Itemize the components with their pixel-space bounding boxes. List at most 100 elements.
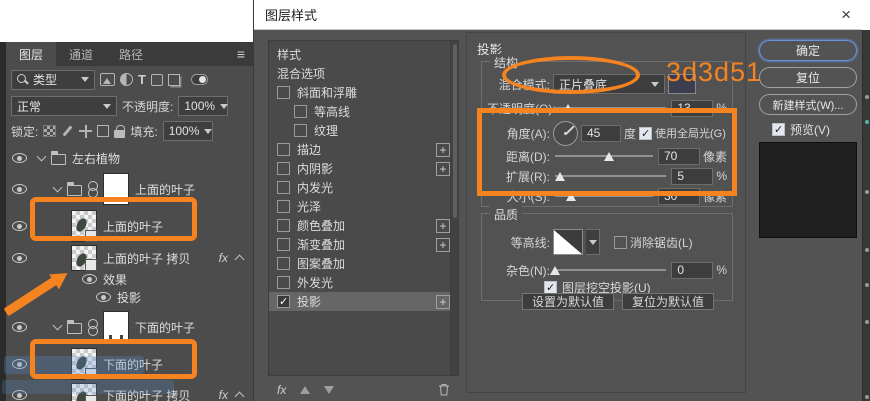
visibility-toggle[interactable] xyxy=(6,184,32,194)
style-item-satin[interactable]: 光泽 xyxy=(269,197,458,216)
checkbox[interactable] xyxy=(277,276,290,289)
add-instance-icon[interactable] xyxy=(436,219,450,233)
style-item-inner-glow[interactable]: 内发光 xyxy=(269,178,458,197)
size-input[interactable] xyxy=(658,188,700,205)
lock-transparency-icon[interactable] xyxy=(43,125,56,137)
noise-slider[interactable] xyxy=(553,263,668,277)
close-icon[interactable]: × xyxy=(841,6,851,23)
lock-artboard-icon[interactable] xyxy=(97,125,109,137)
contour-dropdown[interactable] xyxy=(586,229,600,255)
global-light-checkbox[interactable] xyxy=(639,127,652,140)
checkbox[interactable] xyxy=(277,200,290,213)
slider-thumb[interactable] xyxy=(566,192,576,201)
chevron-up-icon[interactable] xyxy=(235,255,245,265)
checkbox[interactable] xyxy=(277,162,290,175)
drop-shadow-effect-row[interactable]: 投影 xyxy=(6,288,253,306)
add-instance-icon[interactable] xyxy=(436,238,450,252)
eye-icon[interactable] xyxy=(82,274,97,284)
add-instance-icon[interactable] xyxy=(436,143,450,157)
angle-dial[interactable] xyxy=(553,121,578,146)
make-default-button[interactable]: 设置为默认值 xyxy=(522,293,614,310)
ok-button[interactable]: 确定 xyxy=(759,40,857,61)
lock-all-icon[interactable] xyxy=(114,125,125,138)
effects-row[interactable]: 效果 xyxy=(6,270,253,288)
layer-thumbnail[interactable] xyxy=(71,245,97,271)
move-down-icon[interactable] xyxy=(324,386,334,394)
effects-label[interactable]: 效果 xyxy=(103,271,127,288)
checkbox[interactable] xyxy=(277,219,290,232)
effect-label[interactable]: 投影 xyxy=(117,289,141,306)
mask-thumbnail[interactable] xyxy=(103,311,129,343)
filter-kind-dropdown[interactable]: 类型 xyxy=(11,70,95,90)
size-slider[interactable] xyxy=(553,189,655,203)
layer-name[interactable]: 左右植物 xyxy=(72,150,120,167)
antialias-checkbox[interactable] xyxy=(614,236,627,249)
layer-name[interactable]: 上面的叶子 拷贝 xyxy=(103,250,190,267)
add-instance-icon[interactable] xyxy=(436,295,450,309)
filter-type-layers-icon[interactable]: T xyxy=(138,73,146,86)
layer-thumbnail[interactable] xyxy=(71,383,97,401)
layer-name[interactable]: 下面的叶子 xyxy=(103,356,163,373)
layer-row-top-leaves[interactable]: 上面的叶子 xyxy=(6,208,253,244)
dialog-titlebar[interactable]: 图层样式 × xyxy=(254,0,862,30)
style-item-blending-options[interactable]: 混合选项 xyxy=(269,64,458,83)
checkbox[interactable] xyxy=(277,143,290,156)
distance-input[interactable] xyxy=(658,148,700,165)
style-item-bevel-emboss[interactable]: 斜面和浮雕 xyxy=(269,83,458,102)
filter-toggle-switch[interactable] xyxy=(191,74,208,85)
checkbox[interactable] xyxy=(294,105,307,118)
style-item-contour[interactable]: 等高线 xyxy=(269,102,458,121)
filter-pixel-layers-icon[interactable] xyxy=(100,73,115,86)
distance-slider[interactable] xyxy=(553,149,655,163)
style-item-outer-glow[interactable]: 外发光 xyxy=(269,273,458,292)
style-item-gradient-overlay[interactable]: 渐变叠加 xyxy=(269,235,458,254)
fill-dropdown[interactable]: 100% xyxy=(163,121,213,141)
visibility-toggle[interactable] xyxy=(6,221,32,231)
shadow-blend-mode-dropdown[interactable]: 正片叠底 xyxy=(553,74,665,94)
lock-pixels-icon[interactable] xyxy=(61,125,74,138)
new-style-button[interactable]: 新建样式(W)... xyxy=(759,94,857,115)
slider-thumb[interactable] xyxy=(550,266,560,275)
layer-name[interactable]: 下面的叶子 xyxy=(135,319,195,336)
style-item-pattern-overlay[interactable]: 图案叠加 xyxy=(269,254,458,273)
tab-paths[interactable]: 路径 xyxy=(106,42,156,66)
checkbox[interactable] xyxy=(277,238,290,251)
layer-thumbnail[interactable] xyxy=(71,348,97,380)
layer-row-group-plants[interactable]: 左右植物 xyxy=(6,146,253,170)
visibility-toggle[interactable] xyxy=(6,322,32,332)
contour-picker[interactable] xyxy=(553,229,583,255)
checkbox[interactable] xyxy=(277,257,290,270)
shadow-color-swatch[interactable] xyxy=(668,74,696,94)
checkbox[interactable] xyxy=(277,86,290,99)
filter-smart-objects-icon[interactable] xyxy=(168,74,180,86)
layer-row-group-bottom-leaves[interactable]: 下面的叶子 xyxy=(6,308,253,346)
opacity-slider[interactable] xyxy=(553,101,668,115)
scrollbar[interactable] xyxy=(450,41,458,375)
panel-menu-icon[interactable]: ≡ xyxy=(237,42,253,66)
checkbox-checked[interactable] xyxy=(277,295,290,308)
slider-thumb[interactable] xyxy=(563,104,573,113)
reset-button[interactable]: 复位 xyxy=(759,67,857,88)
add-instance-icon[interactable] xyxy=(436,162,450,176)
chevron-up-icon[interactable] xyxy=(235,392,245,401)
visibility-toggle[interactable] xyxy=(6,253,32,263)
tab-layers[interactable]: 图层 xyxy=(6,42,56,66)
move-up-icon[interactable] xyxy=(300,386,310,394)
style-item-texture[interactable]: 纹理 xyxy=(269,121,458,140)
noise-input[interactable] xyxy=(671,262,713,279)
slider-thumb[interactable] xyxy=(555,172,565,181)
layer-name[interactable]: 上面的叶子 xyxy=(103,218,163,235)
chevron-down-icon[interactable] xyxy=(53,183,63,193)
tab-channels[interactable]: 通道 xyxy=(56,42,106,66)
chevron-down-icon[interactable] xyxy=(37,152,47,162)
blend-mode-dropdown[interactable]: 正常 xyxy=(11,96,117,116)
reset-default-button[interactable]: 复位为默认值 xyxy=(622,293,714,310)
spread-input[interactable] xyxy=(671,168,713,185)
visibility-toggle[interactable] xyxy=(6,390,32,400)
opacity-input[interactable] xyxy=(671,100,713,117)
spread-slider[interactable] xyxy=(553,169,668,183)
lock-position-icon[interactable] xyxy=(79,125,92,138)
layer-row-bottom-leaves-copy[interactable]: 下面的叶子 拷贝 fx xyxy=(6,382,253,401)
layer-name[interactable]: 上面的叶子 xyxy=(135,181,195,198)
checkbox[interactable] xyxy=(277,181,290,194)
